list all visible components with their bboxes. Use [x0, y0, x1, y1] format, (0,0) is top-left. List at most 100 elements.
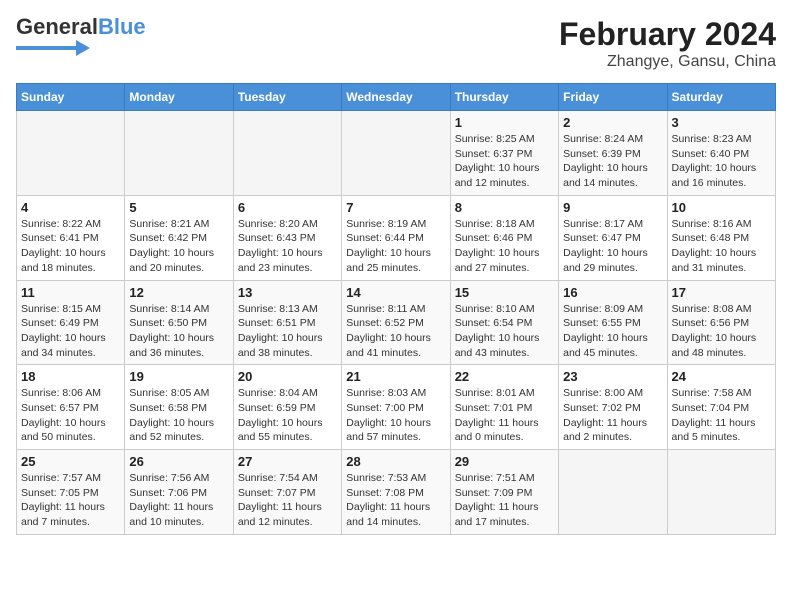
- calendar-table: SundayMondayTuesdayWednesdayThursdayFrid…: [16, 83, 776, 535]
- calendar-cell: 3 Sunrise: 8:23 AMSunset: 6:40 PMDaylight…: [667, 111, 775, 196]
- calendar-cell: [233, 111, 341, 196]
- day-info: Sunrise: 8:17 AMSunset: 6:47 PMDaylight:…: [563, 217, 662, 276]
- day-number: 28: [346, 454, 445, 469]
- day-number: 27: [238, 454, 337, 469]
- calendar-cell: [559, 450, 667, 535]
- day-number: 2: [563, 115, 662, 130]
- day-number: 23: [563, 369, 662, 384]
- calendar-cell: 29 Sunrise: 7:51 AMSunset: 7:09 PMDayligh…: [450, 450, 558, 535]
- calendar-cell: 28 Sunrise: 7:53 AMSunset: 7:08 PMDayligh…: [342, 450, 450, 535]
- day-info: Sunrise: 8:04 AMSunset: 6:59 PMDaylight:…: [238, 386, 337, 445]
- day-info: Sunrise: 7:56 AMSunset: 7:06 PMDaylight:…: [129, 471, 228, 530]
- day-info: Sunrise: 7:58 AMSunset: 7:04 PMDaylight:…: [672, 386, 771, 445]
- day-info: Sunrise: 8:10 AMSunset: 6:54 PMDaylight:…: [455, 302, 554, 361]
- day-number: 8: [455, 200, 554, 215]
- day-info: Sunrise: 8:11 AMSunset: 6:52 PMDaylight:…: [346, 302, 445, 361]
- logo-general: General: [16, 14, 98, 39]
- day-info: Sunrise: 8:18 AMSunset: 6:46 PMDaylight:…: [455, 217, 554, 276]
- calendar-cell: 6 Sunrise: 8:20 AMSunset: 6:43 PMDaylight…: [233, 195, 341, 280]
- calendar-cell: 8 Sunrise: 8:18 AMSunset: 6:46 PMDaylight…: [450, 195, 558, 280]
- calendar-cell: 15 Sunrise: 8:10 AMSunset: 6:54 PMDayligh…: [450, 280, 558, 365]
- day-number: 21: [346, 369, 445, 384]
- weekday-header-row: SundayMondayTuesdayWednesdayThursdayFrid…: [17, 84, 776, 111]
- week-row-4: 18 Sunrise: 8:06 AMSunset: 6:57 PMDayligh…: [17, 365, 776, 450]
- day-number: 12: [129, 285, 228, 300]
- day-info: Sunrise: 8:09 AMSunset: 6:55 PMDaylight:…: [563, 302, 662, 361]
- day-number: 6: [238, 200, 337, 215]
- calendar-cell: [125, 111, 233, 196]
- calendar-cell: 23 Sunrise: 8:00 AMSunset: 7:02 PMDayligh…: [559, 365, 667, 450]
- calendar-cell: [667, 450, 775, 535]
- day-number: 24: [672, 369, 771, 384]
- day-info: Sunrise: 8:06 AMSunset: 6:57 PMDaylight:…: [21, 386, 120, 445]
- day-info: Sunrise: 8:22 AMSunset: 6:41 PMDaylight:…: [21, 217, 120, 276]
- weekday-header-tuesday: Tuesday: [233, 84, 341, 111]
- day-number: 19: [129, 369, 228, 384]
- week-row-2: 4 Sunrise: 8:22 AMSunset: 6:41 PMDaylight…: [17, 195, 776, 280]
- day-number: 18: [21, 369, 120, 384]
- weekday-header-thursday: Thursday: [450, 84, 558, 111]
- weekday-header-friday: Friday: [559, 84, 667, 111]
- day-number: 10: [672, 200, 771, 215]
- logo-blue: Blue: [98, 14, 146, 39]
- day-info: Sunrise: 8:00 AMSunset: 7:02 PMDaylight:…: [563, 386, 662, 445]
- day-number: 29: [455, 454, 554, 469]
- day-number: 25: [21, 454, 120, 469]
- day-info: Sunrise: 7:51 AMSunset: 7:09 PMDaylight:…: [455, 471, 554, 530]
- day-number: 7: [346, 200, 445, 215]
- calendar-cell: 21 Sunrise: 8:03 AMSunset: 7:00 PMDayligh…: [342, 365, 450, 450]
- day-number: 26: [129, 454, 228, 469]
- day-number: 4: [21, 200, 120, 215]
- day-info: Sunrise: 8:21 AMSunset: 6:42 PMDaylight:…: [129, 217, 228, 276]
- week-row-1: 1 Sunrise: 8:25 AMSunset: 6:37 PMDaylight…: [17, 111, 776, 196]
- day-info: Sunrise: 8:20 AMSunset: 6:43 PMDaylight:…: [238, 217, 337, 276]
- day-info: Sunrise: 8:01 AMSunset: 7:01 PMDaylight:…: [455, 386, 554, 445]
- calendar-cell: [342, 111, 450, 196]
- calendar-cell: 13Sunrise: 8:13 AMSunset: 6:51 PMDayligh…: [233, 280, 341, 365]
- week-row-5: 25 Sunrise: 7:57 AMSunset: 7:05 PMDayligh…: [17, 450, 776, 535]
- day-number: 9: [563, 200, 662, 215]
- day-info: Sunrise: 8:14 AMSunset: 6:50 PMDaylight:…: [129, 302, 228, 361]
- calendar-cell: 2Sunrise: 8:24 AMSunset: 6:39 PMDaylight…: [559, 111, 667, 196]
- day-number: 16: [563, 285, 662, 300]
- week-row-3: 11Sunrise: 8:15 AMSunset: 6:49 PMDayligh…: [17, 280, 776, 365]
- day-info: Sunrise: 8:08 AMSunset: 6:56 PMDaylight:…: [672, 302, 771, 361]
- day-number: 5: [129, 200, 228, 215]
- calendar-cell: 5 Sunrise: 8:21 AMSunset: 6:42 PMDaylight…: [125, 195, 233, 280]
- weekday-header-monday: Monday: [125, 84, 233, 111]
- logo: GeneralBlue: [16, 16, 146, 56]
- day-number: 13: [238, 285, 337, 300]
- calendar-cell: 1 Sunrise: 8:25 AMSunset: 6:37 PMDaylight…: [450, 111, 558, 196]
- page-title: February 2024: [559, 16, 776, 53]
- day-info: Sunrise: 8:23 AMSunset: 6:40 PMDaylight:…: [672, 132, 771, 191]
- calendar-cell: 12 Sunrise: 8:14 AMSunset: 6:50 PMDayligh…: [125, 280, 233, 365]
- day-info: Sunrise: 8:25 AMSunset: 6:37 PMDaylight:…: [455, 132, 554, 191]
- weekday-header-sunday: Sunday: [17, 84, 125, 111]
- day-info: Sunrise: 7:57 AMSunset: 7:05 PMDaylight:…: [21, 471, 120, 530]
- weekday-header-saturday: Saturday: [667, 84, 775, 111]
- calendar-cell: 22 Sunrise: 8:01 AMSunset: 7:01 PMDayligh…: [450, 365, 558, 450]
- day-info: Sunrise: 8:19 AMSunset: 6:44 PMDaylight:…: [346, 217, 445, 276]
- day-number: 20: [238, 369, 337, 384]
- day-info: Sunrise: 7:53 AMSunset: 7:08 PMDaylight:…: [346, 471, 445, 530]
- calendar-cell: 7 Sunrise: 8:19 AMSunset: 6:44 PMDaylight…: [342, 195, 450, 280]
- day-number: 15: [455, 285, 554, 300]
- day-info: Sunrise: 7:54 AMSunset: 7:07 PMDaylight:…: [238, 471, 337, 530]
- calendar-cell: 24 Sunrise: 7:58 AMSunset: 7:04 PMDayligh…: [667, 365, 775, 450]
- day-info: Sunrise: 8:03 AMSunset: 7:00 PMDaylight:…: [346, 386, 445, 445]
- calendar-cell: 26 Sunrise: 7:56 AMSunset: 7:06 PMDayligh…: [125, 450, 233, 535]
- day-number: 22: [455, 369, 554, 384]
- calendar-cell: 14Sunrise: 8:11 AMSunset: 6:52 PMDayligh…: [342, 280, 450, 365]
- calendar-cell: 20 Sunrise: 8:04 AMSunset: 6:59 PMDayligh…: [233, 365, 341, 450]
- weekday-header-wednesday: Wednesday: [342, 84, 450, 111]
- calendar-cell: 11Sunrise: 8:15 AMSunset: 6:49 PMDayligh…: [17, 280, 125, 365]
- calendar-cell: 19Sunrise: 8:05 AMSunset: 6:58 PMDayligh…: [125, 365, 233, 450]
- calendar-cell: 16 Sunrise: 8:09 AMSunset: 6:55 PMDayligh…: [559, 280, 667, 365]
- day-number: 3: [672, 115, 771, 130]
- calendar-cell: 10Sunrise: 8:16 AMSunset: 6:48 PMDayligh…: [667, 195, 775, 280]
- day-number: 17: [672, 285, 771, 300]
- calendar-cell: [17, 111, 125, 196]
- day-number: 1: [455, 115, 554, 130]
- page-subtitle: Zhangye, Gansu, China: [559, 53, 776, 71]
- day-info: Sunrise: 8:15 AMSunset: 6:49 PMDaylight:…: [21, 302, 120, 361]
